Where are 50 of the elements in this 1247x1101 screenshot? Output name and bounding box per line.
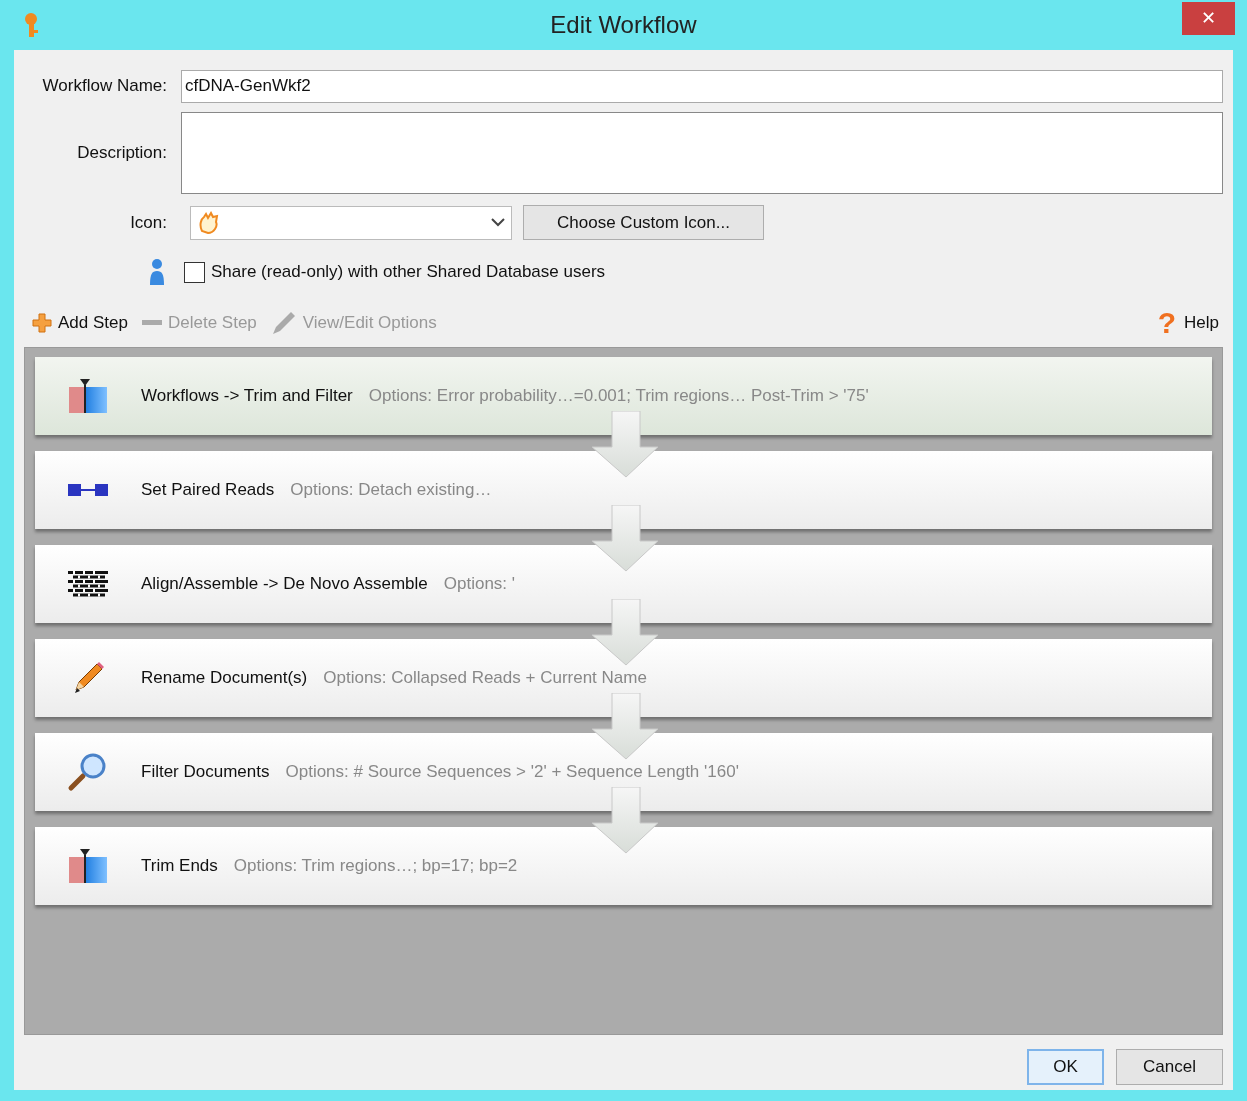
- trim-icon: [67, 377, 109, 415]
- key-icon: [22, 12, 40, 38]
- step-name: Workflows -> Trim and Filter: [141, 385, 353, 408]
- step-options: Options: Error probability…=0.001; Trim regions… Post-Trim > '75': [368, 383, 869, 409]
- dialog-button[interactable]: Cancel: [1116, 1049, 1223, 1085]
- user-icon: [148, 258, 166, 286]
- arrow-connector: [590, 693, 660, 761]
- workflow-step[interactable]: Workflows -> Trim and Filter Options: Error probability…=0.001; Trim regions… Post-Trim > '75': [35, 357, 1212, 435]
- field-label: Description:: [76, 142, 168, 165]
- trim-icon: [67, 847, 109, 885]
- assembly-icon: [67, 569, 109, 599]
- step-options: Options: ': [443, 571, 516, 597]
- close-button[interactable]: ✕: [1182, 2, 1235, 35]
- step-name: Rename Document(s): [141, 667, 308, 690]
- plus-icon: [32, 313, 52, 333]
- step-options: Options: Trim regions…; bp=17; bp=2: [233, 853, 518, 879]
- minus-icon: [141, 319, 162, 327]
- share-checkbox[interactable]: [184, 261, 205, 283]
- arrow-connector: [590, 787, 660, 855]
- help-button[interactable]: ? Help: [1157, 308, 1219, 338]
- pencil-icon: [270, 310, 297, 336]
- step-name: Set Paired Reads: [141, 479, 275, 502]
- field-label: Workflow Name:: [41, 75, 168, 98]
- step-options: Options: # Source Sequences > '2' + Sequence Length '160': [285, 759, 739, 785]
- help-icon: ?: [1157, 308, 1177, 338]
- step-options: Options: Detach existing…: [290, 477, 492, 503]
- step-options: Options: Collapsed Reads + Current Name: [323, 665, 647, 691]
- share-label: Share (read-only) with other Shared Database users: [211, 261, 606, 284]
- step-name: Align/Assemble -> De Novo Assemble: [141, 573, 428, 596]
- workflow-step[interactable]: Rename Document(s) Options: Collapsed Reads + Current Name: [35, 639, 1212, 717]
- icon-dropdown[interactable]: [190, 205, 512, 240]
- name-field[interactable]: cfDNA-GenWkf2: [181, 69, 1223, 103]
- paired-reads-icon: [67, 482, 109, 498]
- workflow-step[interactable]: Align/Assemble -> De Novo Assemble Options: ': [35, 545, 1212, 623]
- workflow-step[interactable]: Set Paired Reads Options: Detach existing…: [35, 451, 1212, 529]
- workflow-step[interactable]: Filter Documents Options: # Source Sequences > '2' + Sequence Length '160': [35, 733, 1212, 811]
- workflow-step[interactable]: Trim Ends Options: Trim regions…; bp=17; bp=2: [35, 827, 1212, 905]
- field-label: Icon:: [129, 211, 168, 234]
- description-field[interactable]: [181, 112, 1223, 194]
- window-title: Edit Workflow: [550, 10, 697, 40]
- toolbar-button[interactable]: Add Step: [32, 310, 128, 336]
- arrow-connector: [590, 411, 660, 479]
- arrow-connector: [590, 599, 660, 667]
- hand-icon: [197, 210, 221, 235]
- choose-icon-button[interactable]: Choose Custom Icon...: [523, 205, 764, 240]
- step-name: Filter Documents: [141, 761, 270, 784]
- dialog-button[interactable]: OK: [1027, 1049, 1104, 1085]
- arrow-connector: [590, 505, 660, 573]
- chevron-down-icon: [491, 218, 505, 227]
- step-name: Trim Ends: [141, 855, 218, 878]
